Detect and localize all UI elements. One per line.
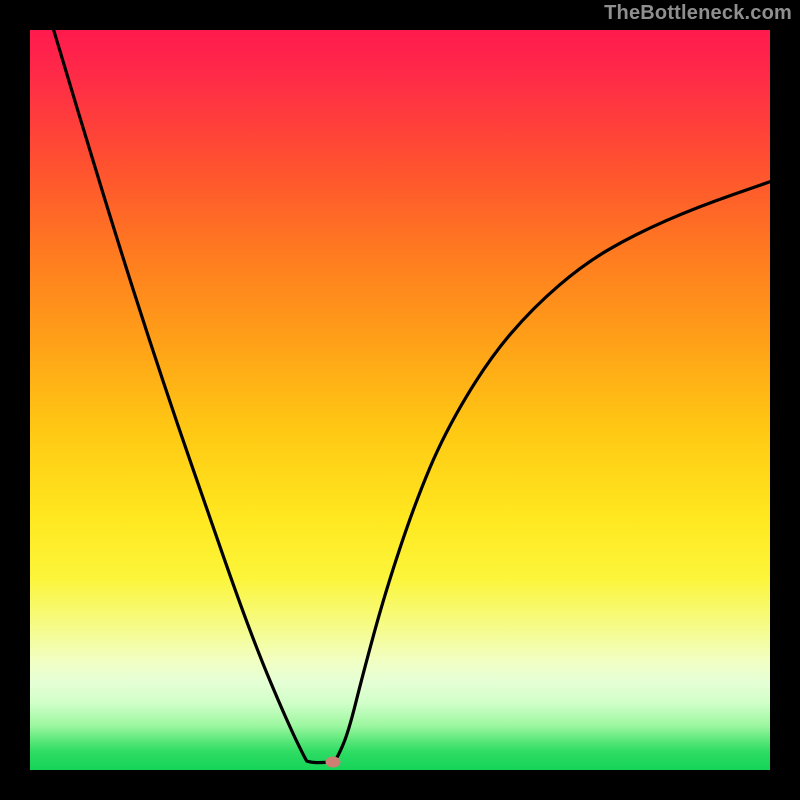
curve-path [54,30,770,763]
watermark-text: TheBottleneck.com [604,2,792,25]
bottleneck-curve [30,30,770,770]
optimal-point-marker [326,756,341,767]
plot-area [30,30,770,770]
outer-frame: TheBottleneck.com [0,0,800,800]
